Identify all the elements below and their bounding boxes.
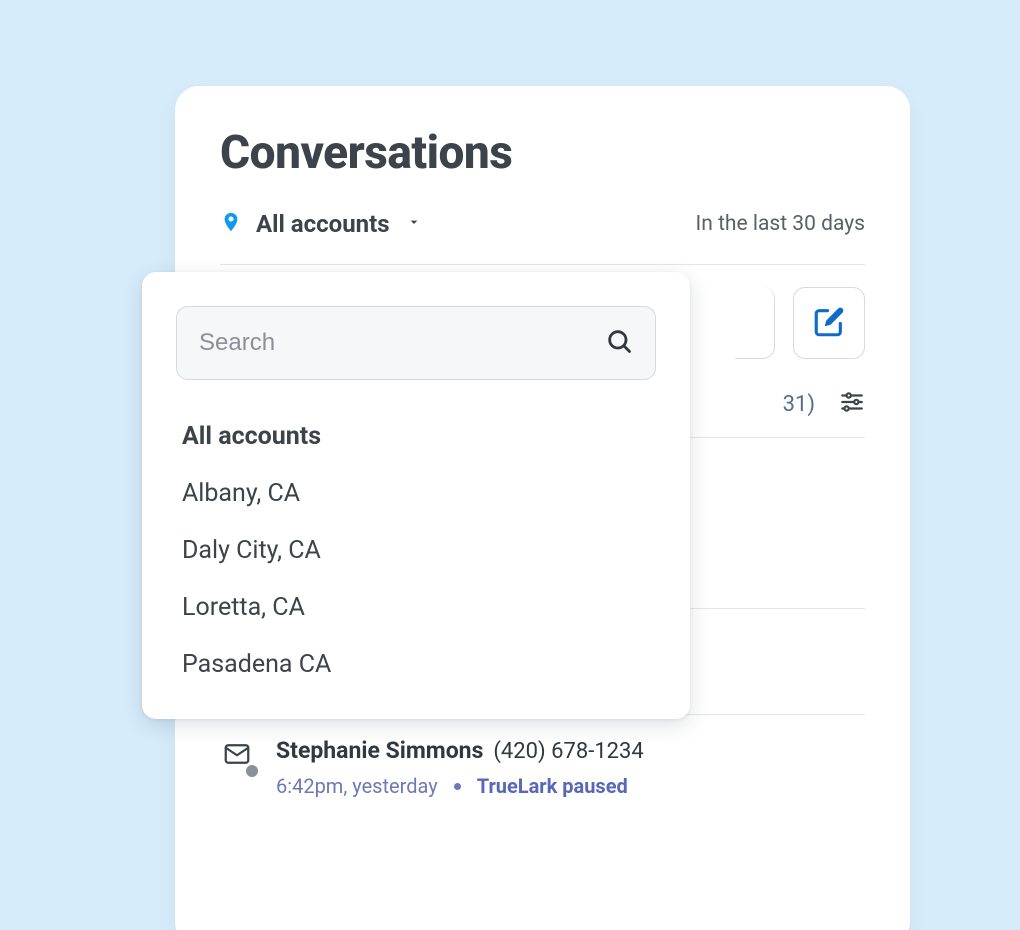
stage: Conversations All accounts In the last 3…	[0, 0, 1020, 930]
conversation-item[interactable]: Stephanie Simmons (420) 678-1234 6:42pm,…	[220, 714, 865, 820]
conversation-icon	[220, 739, 254, 773]
conversation-header: Stephanie Simmons (420) 678-1234	[276, 737, 865, 764]
conversation-body: Stephanie Simmons (420) 678-1234 6:42pm,…	[276, 737, 865, 798]
search-box[interactable]	[176, 306, 656, 380]
toolbar-button-secondary[interactable]	[735, 287, 775, 359]
dropdown-option[interactable]: Albany, CA	[176, 465, 656, 522]
conversation-meta: 6:42pm, yesterday TrueLark paused	[276, 774, 865, 798]
account-dropdown-panel: All accounts Albany, CA Daly City, CA Lo…	[142, 272, 690, 719]
conversation-name: Stephanie Simmons	[276, 737, 483, 764]
account-dropdown[interactable]: All accounts	[220, 208, 422, 240]
dropdown-option[interactable]: Loretta, CA	[176, 579, 656, 636]
conversation-phone: (420) 678-1234	[493, 739, 643, 764]
status-dot-icon	[246, 765, 258, 777]
filter-row: All accounts In the last 30 days	[220, 208, 865, 240]
dropdown-option[interactable]: Pasadena CA	[176, 636, 656, 693]
filter-sliders-icon[interactable]	[839, 389, 865, 419]
search-icon	[605, 327, 633, 359]
search-input[interactable]	[199, 329, 605, 357]
compose-icon	[812, 305, 846, 342]
dropdown-option[interactable]: All accounts	[176, 408, 656, 465]
conversation-time: 6:42pm, yesterday	[276, 774, 438, 798]
dropdown-list: All accounts Albany, CA Daly City, CA Lo…	[176, 408, 656, 693]
time-filter-label[interactable]: In the last 30 days	[696, 212, 865, 236]
tab-count-fragment[interactable]: 31)	[783, 392, 815, 417]
conversation-status: TrueLark paused	[477, 774, 628, 798]
location-pin-icon	[220, 208, 242, 240]
account-dropdown-label: All accounts	[256, 210, 390, 238]
page-title: Conversations	[220, 126, 865, 180]
dot-separator-icon	[454, 783, 461, 790]
compose-button[interactable]	[793, 287, 865, 359]
divider	[220, 264, 865, 265]
caret-down-icon	[406, 214, 422, 234]
dropdown-option[interactable]: Daly City, CA	[176, 522, 656, 579]
